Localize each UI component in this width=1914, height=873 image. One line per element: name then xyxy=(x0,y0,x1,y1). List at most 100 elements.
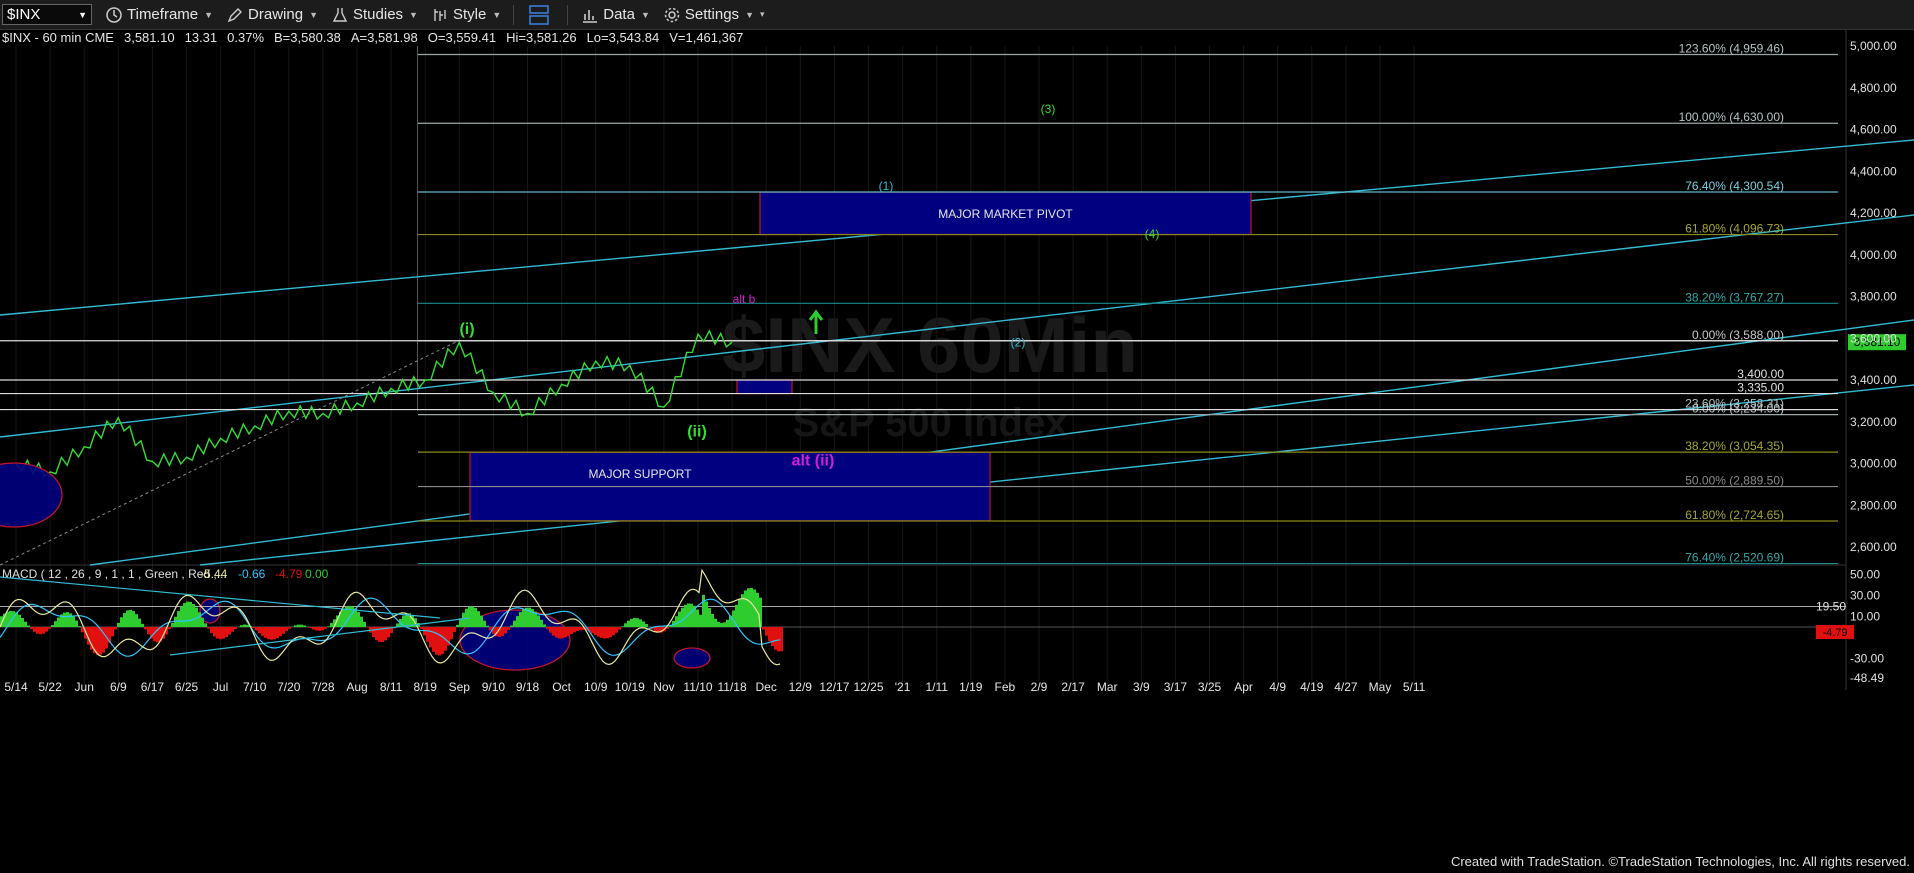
low: Lo=3,543.84 xyxy=(586,30,660,45)
macd-histogram-bar xyxy=(717,621,720,627)
macd-histogram-bar xyxy=(720,623,723,627)
time-axis-label: 1/19 xyxy=(959,680,983,694)
macd-histogram-bar xyxy=(318,627,321,631)
macd-histogram-bar xyxy=(606,627,609,639)
macd-histogram-bar xyxy=(276,627,279,639)
timeframe-menu[interactable]: Timeframe ▼ xyxy=(106,6,213,23)
macd-histogram-bar xyxy=(780,627,783,652)
macd-histogram-bar xyxy=(768,627,771,642)
macd-histogram-bar xyxy=(255,627,258,631)
macd-histogram-bar xyxy=(264,627,267,638)
macd-histogram-bar xyxy=(597,627,600,637)
layout-button[interactable] xyxy=(528,4,555,26)
macd-histogram-bar xyxy=(45,627,48,632)
price-axis-label: 4,000.00 xyxy=(1850,248,1897,262)
macd-histogram-bar xyxy=(480,615,483,627)
price-axis-label: 4,600.00 xyxy=(1850,123,1897,137)
macd-axis-label: -48.49 xyxy=(1850,671,1884,685)
range-marker-line xyxy=(417,46,418,411)
macd-histogram-bar xyxy=(558,627,561,639)
macd-histogram-bar xyxy=(324,627,327,629)
studies-label: Studies xyxy=(353,6,404,23)
drawing-menu[interactable]: Drawing ▼ xyxy=(227,6,318,23)
fib-level-label: 76.40% (2,520.69) xyxy=(1685,551,1784,565)
symbol-selector[interactable]: $INX ▼ xyxy=(2,4,92,25)
time-axis-label: Nov xyxy=(653,680,674,694)
macd-histogram-bar xyxy=(204,623,207,627)
bid: B=3,580.38 xyxy=(274,30,341,45)
macd-histogram-bar xyxy=(225,627,228,637)
style-menu[interactable]: Style ▼ xyxy=(432,6,501,23)
macd-histogram-bar xyxy=(450,627,453,640)
time-axis-label: 7/28 xyxy=(311,680,335,694)
macd-histogram-bar xyxy=(690,603,693,627)
price-chart[interactable]: $INX 60Min S&P 500 Index MAJOR MARKET PI… xyxy=(0,29,1914,873)
macd-histogram-bar xyxy=(426,627,429,642)
style-label: Style xyxy=(452,6,487,23)
toolbar: $INX ▼ Timeframe ▼ Drawing ▼ Studies ▼ Styl… xyxy=(0,0,1914,30)
macd-histogram-bar xyxy=(561,627,564,639)
macd-histogram-bar xyxy=(282,627,285,634)
symbol-value: $INX xyxy=(7,6,41,23)
macd-histogram-bar xyxy=(246,624,249,627)
settings-menu[interactable]: Settings ▼ ▾ xyxy=(664,6,765,23)
macd-axis-label: 30.00 xyxy=(1850,589,1880,603)
caret-down-icon: ▼ xyxy=(745,9,754,20)
time-axis-label: 11/10 xyxy=(683,680,712,694)
timeframe-label: Timeframe xyxy=(127,6,199,23)
macd-histogram-bar xyxy=(234,627,237,630)
time-axis-label: 7/10 xyxy=(243,680,267,694)
macd-histogram-bar xyxy=(144,627,147,630)
macd-histogram-bar xyxy=(75,620,78,627)
time-axis-label: 10/9 xyxy=(584,680,608,694)
macd-histogram-bar xyxy=(231,627,234,632)
macd-histogram-bar xyxy=(180,606,183,627)
fib-level-label: 38.20% (3,767.27) xyxy=(1685,290,1784,304)
macd-histogram-bar xyxy=(483,620,486,627)
time-axis-label: Feb xyxy=(995,680,1016,694)
macd-histogram-bar xyxy=(579,627,582,631)
price-axis-label: 3,400.00 xyxy=(1850,373,1897,387)
macd-histogram-bar xyxy=(438,627,441,656)
macd-histogram-bar xyxy=(303,625,306,627)
macd-histogram-bar xyxy=(456,624,459,627)
time-axis-label: 5/11 xyxy=(1403,680,1426,694)
macd-histogram-bar xyxy=(702,594,705,627)
macd-histogram-bar xyxy=(321,627,324,631)
macd-histogram-bar xyxy=(537,615,540,627)
macd-histogram-bar xyxy=(177,611,180,627)
macd-histogram-bar xyxy=(192,603,195,627)
macd-histogram-bar xyxy=(420,627,423,629)
macd-histogram-bar xyxy=(681,607,684,627)
macd-histogram-bar xyxy=(9,610,12,627)
macd-histogram-bar xyxy=(120,617,123,627)
macd-histogram-bar xyxy=(123,612,126,627)
time-axis-label: 12/9 xyxy=(789,680,813,694)
wave-label: (2) xyxy=(1011,336,1026,350)
macd-histogram-bar xyxy=(198,612,201,627)
price-axis-label: 3,200.00 xyxy=(1850,415,1897,429)
time-axis-label: 11/18 xyxy=(718,680,747,694)
bar-chart-icon xyxy=(583,9,598,23)
time-axis-label: 1/11 xyxy=(925,680,948,694)
macd-histogram-bar xyxy=(774,627,777,650)
fib-levels: 123.60% (4,959.46) 100.00% (4,630.00) 76.4… xyxy=(0,41,1838,565)
time-axis-label: 2/9 xyxy=(1031,680,1048,694)
macd-axis-label: -30.00 xyxy=(1850,652,1884,666)
macd-histogram-bar xyxy=(243,624,246,627)
macd-histogram-bar xyxy=(147,627,150,635)
macd-histogram-bar xyxy=(549,627,552,633)
wave-label: (4) xyxy=(1145,227,1160,241)
macd-histogram-bar xyxy=(135,614,138,627)
high: Hi=3,581.26 xyxy=(506,30,577,45)
studies-menu[interactable]: Studies ▼ xyxy=(332,6,418,23)
wave-label: (3) xyxy=(1041,102,1056,116)
toolbar-divider xyxy=(513,4,515,25)
macd-histogram-bar xyxy=(510,625,513,627)
wave-label: alt b xyxy=(733,292,756,306)
time-axis-label: 6/9 xyxy=(110,680,127,694)
data-menu[interactable]: Data ▼ xyxy=(582,6,650,23)
macd-axis-label: 50.00 xyxy=(1850,568,1880,582)
macd-histogram-bar xyxy=(372,627,375,637)
fib-level-label: 123.60% (4,959.46) xyxy=(1679,41,1784,55)
